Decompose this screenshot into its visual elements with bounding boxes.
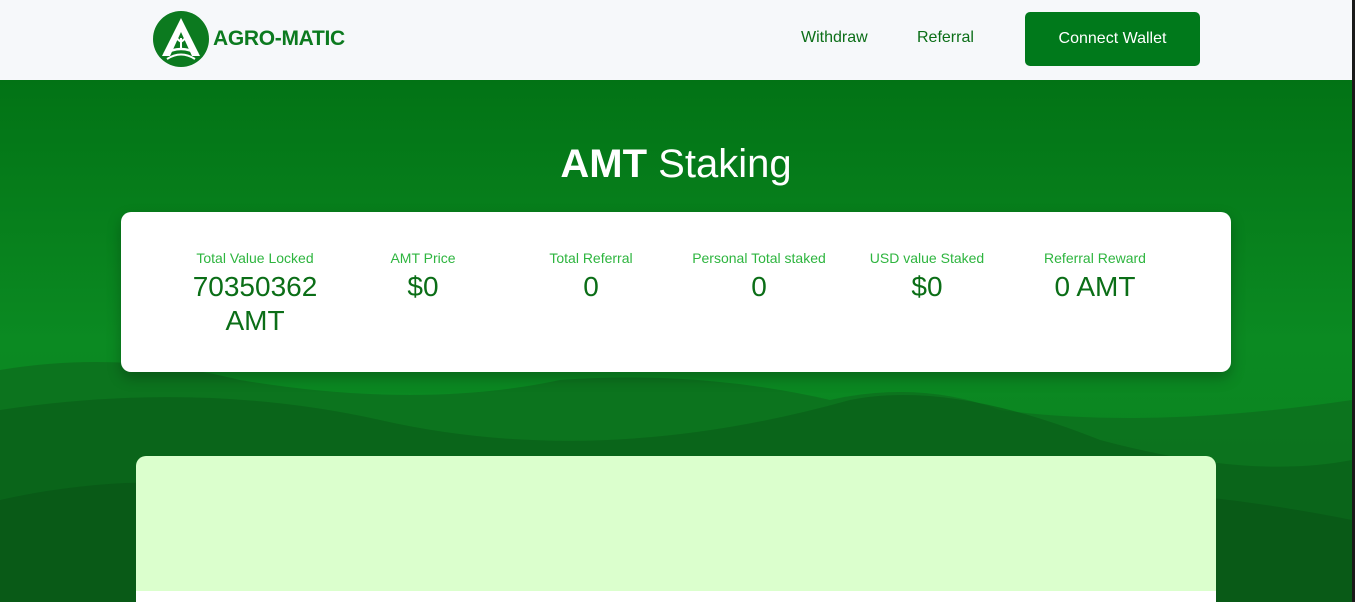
stat-value: 0 AMT bbox=[1054, 271, 1136, 302]
stat-referral-reward: Referral Reward 0 AMT bbox=[1011, 250, 1179, 304]
stat-personal-total-staked: Personal Total staked 0 bbox=[675, 250, 843, 304]
page-title-rest: Staking bbox=[658, 142, 792, 186]
stat-amt-price: AMT Price $0 bbox=[339, 250, 507, 304]
brand-name: AGRO-MATIC bbox=[213, 27, 345, 50]
stat-value: $0 bbox=[407, 271, 439, 302]
stat-usd-value-staked: USD value Staked $0 bbox=[843, 250, 1011, 304]
page-title: AMT Staking bbox=[0, 142, 1352, 187]
stat-value: 70350362 AMT bbox=[192, 271, 318, 336]
stat-label: Total Value Locked bbox=[196, 250, 314, 266]
nav-referral-link[interactable]: Referral bbox=[917, 29, 974, 47]
staking-panel bbox=[136, 456, 1216, 602]
stat-label: AMT Price bbox=[390, 250, 456, 266]
stat-total-referral: Total Referral 0 bbox=[507, 250, 675, 304]
staking-panel-content-edge bbox=[136, 591, 1216, 602]
stat-total-value-locked: Total Value Locked 70350362 AMT bbox=[171, 250, 339, 338]
nav-withdraw-link[interactable]: Withdraw bbox=[801, 29, 868, 47]
top-navbar: AGRO-MATIC Withdraw Referral Connect Wal… bbox=[0, 0, 1352, 80]
stat-label: Personal Total staked bbox=[692, 250, 826, 266]
connect-wallet-button[interactable]: Connect Wallet bbox=[1025, 12, 1200, 66]
stat-value: 0 bbox=[751, 271, 767, 302]
stats-card: Total Value Locked 70350362 AMT AMT Pric… bbox=[121, 212, 1231, 372]
stat-value: 0 bbox=[583, 271, 599, 302]
stat-label: Total Referral bbox=[549, 250, 633, 266]
stat-value: $0 bbox=[911, 271, 943, 302]
agromatic-logo-icon bbox=[153, 11, 209, 67]
stat-label: USD value Staked bbox=[869, 250, 985, 266]
page-title-bold: AMT bbox=[560, 142, 648, 186]
stat-label: Referral Reward bbox=[1044, 250, 1146, 266]
hero-section: AMT Staking Total Value Locked 70350362 … bbox=[0, 80, 1352, 602]
brand-logo[interactable]: AGRO-MATIC bbox=[152, 10, 345, 68]
